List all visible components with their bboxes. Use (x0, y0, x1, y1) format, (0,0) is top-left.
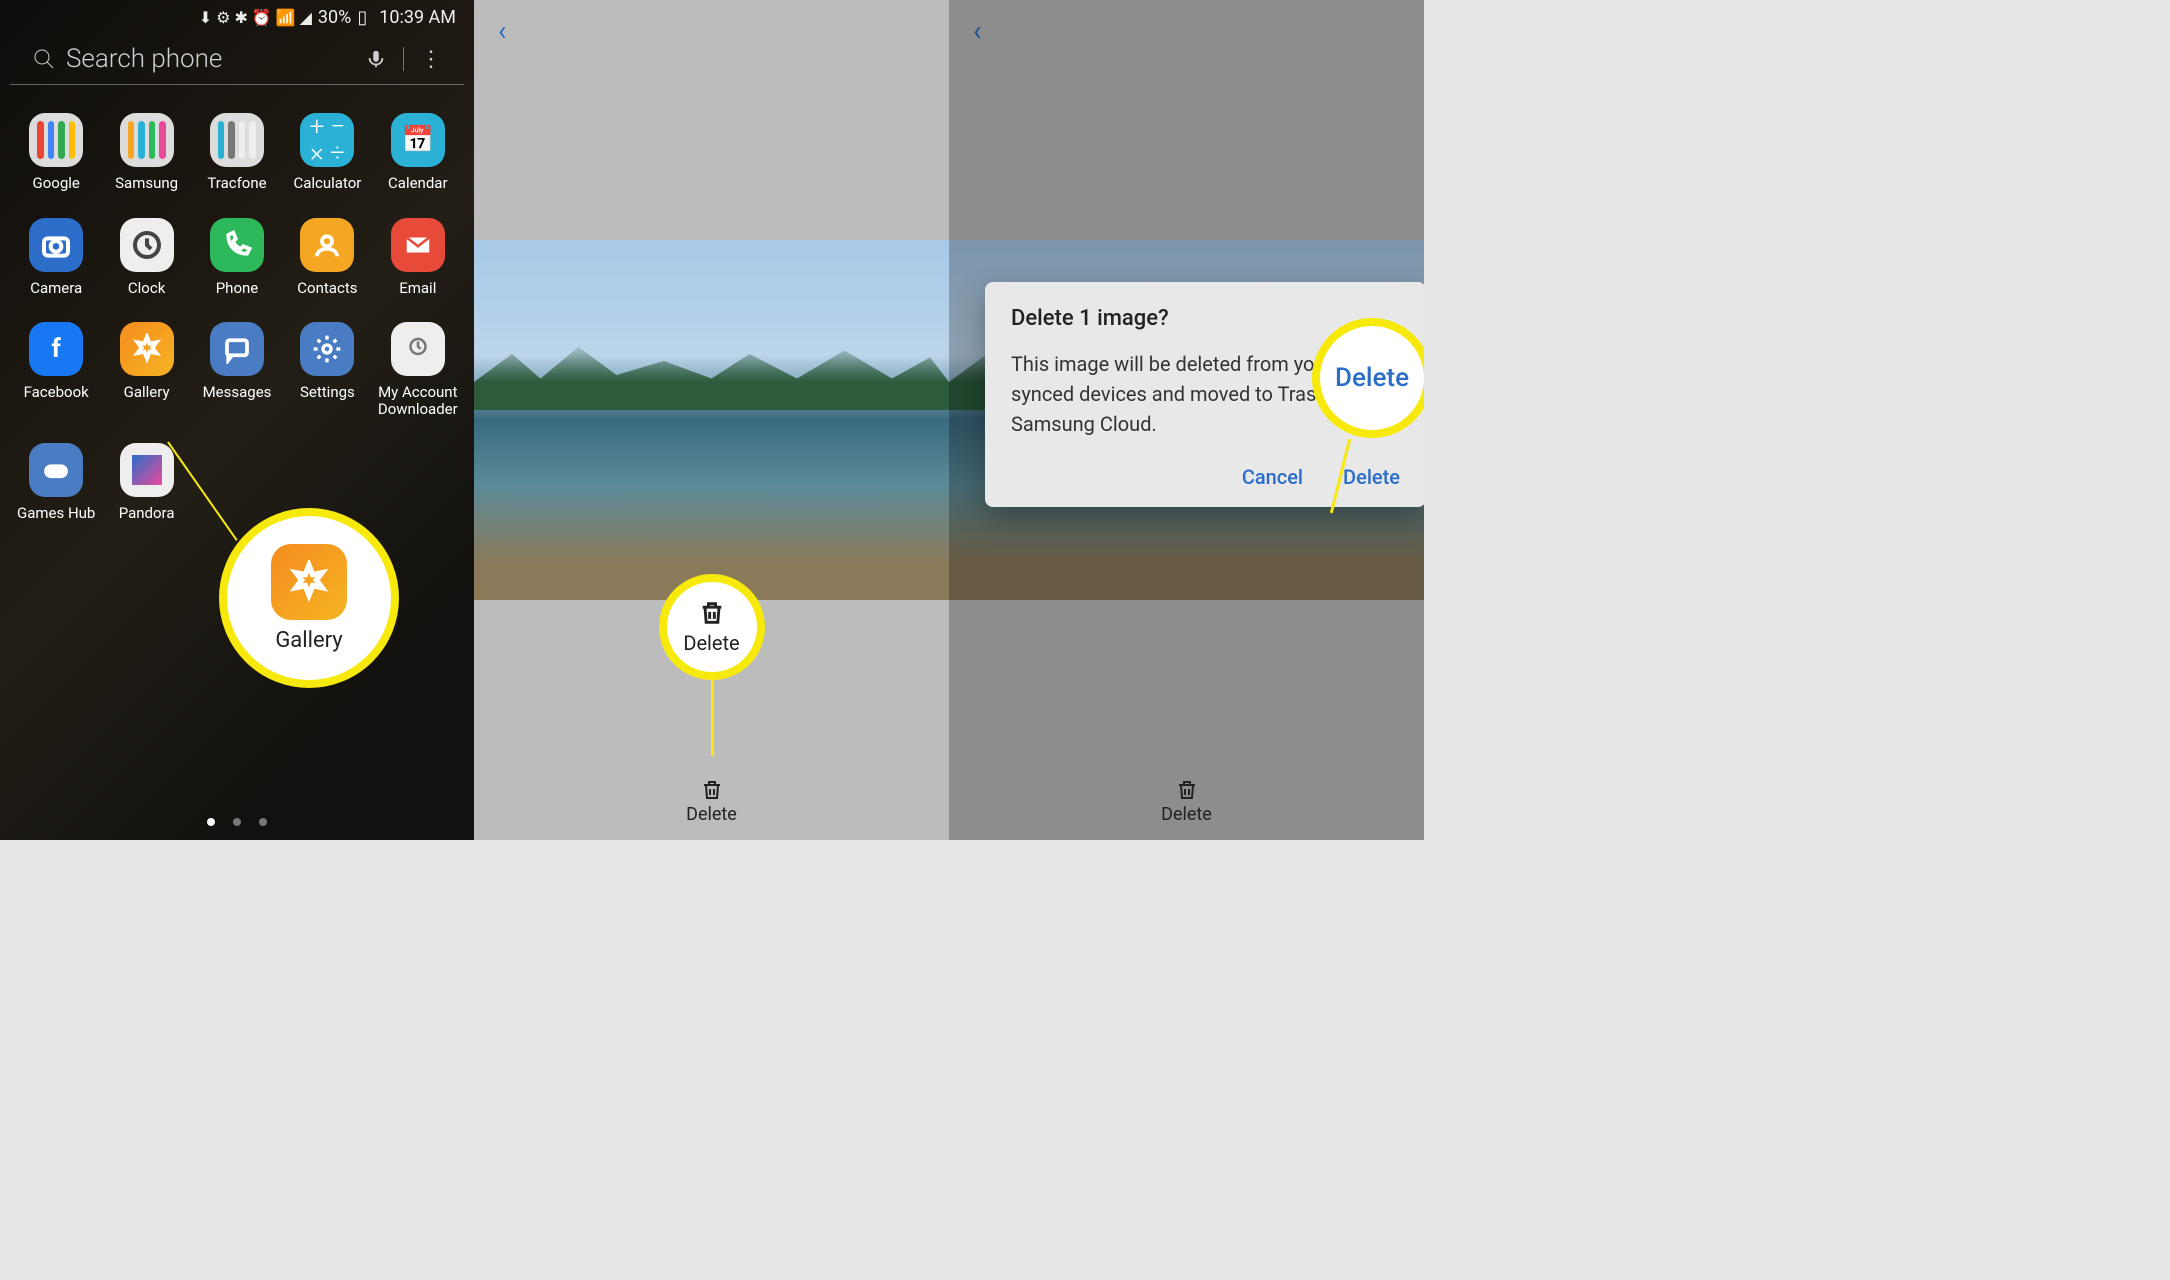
delete-label: Delete (1161, 804, 1212, 825)
app-settings[interactable]: Settings (285, 322, 369, 417)
panel-delete-dialog: ‹ Delete 1 image? This image will be del… (949, 0, 1424, 840)
app-label: My Account Downloader (376, 384, 460, 417)
app-calendar[interactable]: 📅Calendar (376, 113, 460, 192)
app-email[interactable]: Email (376, 218, 460, 297)
app-label: Facebook (24, 384, 89, 401)
status-time: 10:39 AM (379, 7, 456, 28)
app-label: Gallery (124, 384, 170, 401)
app-label: Calendar (388, 175, 448, 192)
search-icon (32, 47, 56, 71)
photo-preview[interactable] (474, 240, 949, 600)
app-label: Tracfone (207, 175, 266, 192)
app-label: Camera (30, 280, 82, 297)
trash-icon (698, 599, 726, 627)
search-placeholder: Search phone (66, 44, 365, 74)
app-samsung[interactable]: Samsung (104, 113, 188, 192)
highlight-gallery: Gallery (219, 508, 399, 688)
app-label: Google (33, 175, 80, 192)
battery-icon: ▯ (357, 7, 367, 28)
app-label: Pandora (119, 505, 175, 522)
highlight-delete-confirm: Delete (1312, 318, 1424, 438)
app-camera[interactable]: Camera (14, 218, 98, 297)
panel-gallery-view: ‹ Delete Delete (474, 0, 949, 840)
page-indicator (0, 818, 474, 826)
app-label: Samsung (115, 175, 178, 192)
app-label: Calculator (293, 175, 361, 192)
battery-percent: 30% (318, 7, 351, 28)
highlight-delete: Delete (659, 574, 765, 680)
app-calculator[interactable]: + −× ÷Calculator (285, 113, 369, 192)
app-facebook[interactable]: fFacebook (14, 322, 98, 417)
app-label: Clock (128, 280, 165, 297)
search-bar[interactable]: Search phone ⋮ (10, 34, 464, 85)
app-label: Games Hub (17, 505, 95, 522)
highlight-label: Delete (1335, 363, 1409, 393)
back-icon[interactable]: ‹ (498, 14, 506, 47)
app-messages[interactable]: Messages (195, 322, 279, 417)
delete-action[interactable]: Delete (949, 762, 1424, 840)
app-myaccount[interactable]: My Account Downloader (376, 322, 460, 417)
app-contacts[interactable]: Contacts (285, 218, 369, 297)
gallery-icon (271, 544, 347, 620)
app-label: Email (399, 280, 436, 297)
status-icons: ⬇ ⚙ ✱ ⏰ 📶 ◢ (199, 8, 312, 27)
delete-action[interactable]: Delete (474, 762, 949, 840)
delete-button[interactable]: Delete (1343, 465, 1400, 489)
status-bar: ⬇ ⚙ ✱ ⏰ 📶 ◢ 30% ▯ 10:39 AM (0, 0, 474, 34)
separator (403, 47, 404, 71)
mic-icon[interactable] (365, 48, 387, 70)
app-phone[interactable]: Phone (195, 218, 279, 297)
app-tracfone[interactable]: Tracfone (195, 113, 279, 192)
app-grid: Google Samsung Tracfone + −× ÷Calculator… (0, 85, 474, 522)
delete-label: Delete (686, 804, 737, 825)
app-gameshub[interactable]: Games Hub (14, 443, 98, 522)
more-icon[interactable]: ⋮ (420, 47, 442, 72)
highlight-label: Gallery (275, 628, 342, 653)
app-clock[interactable]: Clock (104, 218, 188, 297)
highlight-label: Delete (683, 631, 739, 655)
cancel-button[interactable]: Cancel (1242, 465, 1303, 489)
highlight-connector (711, 680, 714, 756)
app-label: Messages (203, 384, 272, 401)
app-label: Settings (300, 384, 355, 401)
trash-icon (1175, 778, 1199, 802)
app-gallery[interactable]: Gallery (104, 322, 188, 417)
trash-icon (700, 778, 724, 802)
app-label: Phone (216, 280, 259, 297)
app-label: Contacts (297, 280, 357, 297)
panel-app-drawer: ⬇ ⚙ ✱ ⏰ 📶 ◢ 30% ▯ 10:39 AM Search phone … (0, 0, 474, 840)
app-google[interactable]: Google (14, 113, 98, 192)
